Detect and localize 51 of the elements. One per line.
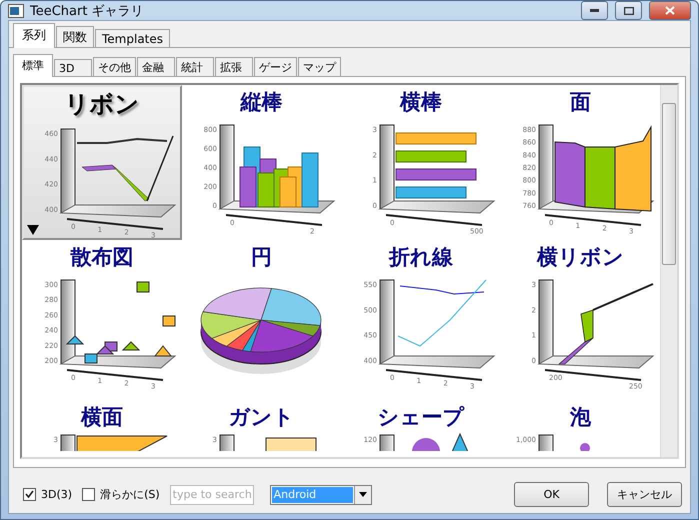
close-icon <box>665 6 675 15</box>
minimize-button[interactable] <box>581 1 608 20</box>
checkbox-label: 滑らかに(S) <box>100 487 160 502</box>
chart-type-title: リボン <box>64 90 140 119</box>
search-field[interactable]: type to search <box>170 484 254 504</box>
checkbox-box[interactable] <box>23 488 36 501</box>
maximize-icon <box>624 6 634 14</box>
chart-type-title: ガント <box>228 405 294 430</box>
axis-wall-drawing <box>538 434 554 451</box>
bubble-chart-drawing <box>580 443 590 451</box>
tab[interactable]: 標準 <box>13 54 53 77</box>
chart-type-title: 横面 <box>80 405 123 430</box>
chart-type-title: 折れ線 <box>388 245 453 270</box>
chart-type-title: 泡 <box>570 405 591 430</box>
scrollbar-thumb[interactable] <box>662 103 676 265</box>
app-icon <box>8 4 24 18</box>
tab[interactable]: 関数 <box>56 26 94 47</box>
checkbox[interactable]: 滑らかに(S) <box>82 487 160 502</box>
chart-type-title: 散布図 <box>70 245 134 270</box>
scrollbar[interactable] <box>660 85 677 457</box>
dialog-button[interactable]: OK <box>514 482 589 507</box>
tab[interactable]: 3D <box>54 59 92 76</box>
caret-icon <box>358 492 367 497</box>
checkbox-label: 3D(3) <box>41 488 72 501</box>
dropdown-arrow-icon[interactable] <box>27 225 39 235</box>
tab[interactable]: その他 <box>93 57 136 76</box>
window-title: TeeChart ギャラリ <box>30 2 145 20</box>
axis-wall-drawing <box>220 434 235 451</box>
chart-type-title: シェープ <box>377 405 464 430</box>
chart-type-title: 縦棒 <box>240 90 282 116</box>
tab[interactable]: ゲージ <box>254 57 297 76</box>
checkbox[interactable]: 3D(3) <box>23 488 72 501</box>
shape-chart-drawing <box>412 432 469 451</box>
tab[interactable]: 拡張 <box>215 57 253 76</box>
close-button[interactable] <box>649 1 691 20</box>
tab[interactable]: 金融 <box>137 57 175 76</box>
dropdown-value: Android <box>272 486 353 502</box>
gantt-chart-drawing <box>266 438 317 451</box>
dialog-button[interactable]: キャンセル <box>607 482 682 507</box>
minimize-icon <box>590 9 599 12</box>
chart-type-title: 横棒 <box>400 90 442 116</box>
tab[interactable]: 統計 <box>176 57 214 76</box>
chart-type-title: 面 <box>570 90 591 116</box>
maximize-button[interactable] <box>615 1 642 20</box>
chart-type-title: 円 <box>250 245 272 270</box>
tab[interactable]: マップ <box>298 57 341 76</box>
chart-type-title: 横リボン <box>536 245 624 270</box>
tab[interactable]: 系列 <box>13 23 55 48</box>
checkbox-box[interactable] <box>82 488 96 501</box>
axis-wall-drawing <box>379 434 394 451</box>
tab[interactable]: Templates <box>95 29 170 47</box>
